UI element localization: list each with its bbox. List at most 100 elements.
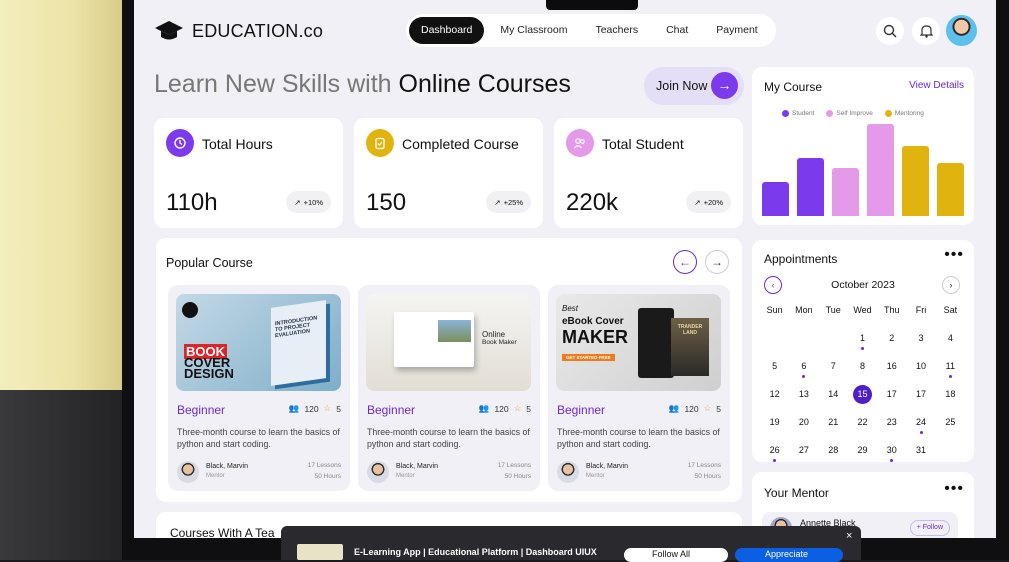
calendar-day[interactable]: 14 [819,385,848,413]
calendar-day[interactable]: 29 [848,441,877,469]
next-month-button[interactable]: › [942,276,960,294]
thumbnail-title: BOOK COVER DESIGN [184,344,234,381]
weekday-label: Thu [884,305,900,315]
trend-up-icon: ↗ [494,197,501,207]
thumb-word-3: MAKER [562,327,628,347]
calendar-day[interactable]: 24 [906,413,935,441]
calendar-day[interactable]: 17 [877,385,906,413]
course-card[interactable]: INTRODUCTION TO PROJECT EVALUATION BOOK C… [168,285,350,491]
notification-button[interactable] [912,17,940,45]
calendar-day[interactable]: 12 [760,385,789,413]
calendar-grid: Sun Mon Tue Wed Thu Fri Sat 1 2 3 4 5 6 7 8 16 10 11 12 13 1… [760,301,965,469]
search-button[interactable] [876,17,904,45]
calendar-day[interactable]: 4 [936,329,965,357]
calendar-day[interactable]: 16 [877,357,906,385]
star-icon: ☆ [513,403,522,413]
more-options-icon[interactable]: ••• [944,480,964,498]
brand-logo[interactable]: EDUCATION.co [154,18,323,44]
nav-my-classroom[interactable]: My Classroom [488,17,579,44]
weekday-label: Mon [795,305,813,315]
users-icon: 👥 [668,403,680,413]
calendar-day[interactable]: 7 [819,357,848,385]
view-details-link[interactable]: View Details [909,80,964,91]
next-arrow-button[interactable]: → [705,250,729,274]
chart-bar [832,167,859,216]
weekday-label: Sat [943,305,958,315]
course-rating: 5 [526,403,531,414]
week-row: 26 27 28 29 30 31 [760,441,965,469]
calendar-day[interactable]: 21 [819,413,848,441]
calendar-day[interactable]: 18 [936,385,965,413]
stat-card-total-student: Total Student 220k ↗ +20% [554,118,743,228]
nav-payment[interactable]: Payment [704,17,769,44]
stat-change-badge: ↗ +10% [286,191,331,213]
nav-teachers[interactable]: Teachers [583,17,650,44]
nav-chat[interactable]: Chat [654,17,700,44]
arrow-left-icon: ← [679,255,691,269]
users-icon [566,129,594,157]
stat-change-value: +25% [503,197,523,207]
calendar-day[interactable]: 11 [936,357,965,385]
book-title: INTRODUCTION TO PROJECT EVALUATION [275,315,318,340]
calendar-day[interactable]: 15 [848,385,877,413]
user-avatar[interactable] [946,15,977,46]
calendar-day[interactable]: 1 [848,329,877,357]
calendar-day[interactable]: 19 [760,413,789,441]
star-icon: ☆ [703,403,712,413]
course-meta: 👥 120 ☆ 5 [479,403,531,414]
calendar-day[interactable]: 10 [906,357,935,385]
calendar-day[interactable]: 23 [877,413,906,441]
calendar-day[interactable]: 26 [760,441,789,469]
project-thumbnail[interactable] [297,544,343,560]
popular-course-title: Popular Course [166,256,253,270]
stat-label: Total Student [602,136,684,152]
prev-arrow-button[interactable]: ← [673,250,697,274]
calendar-day[interactable]: 28 [819,441,848,469]
legend-swatch [782,110,789,117]
calendar-day[interactable]: 22 [848,413,877,441]
calendar-day[interactable]: 2 [877,329,906,357]
course-description: Three-month course to learn the basics o… [177,427,340,449]
stat-card-completed-course: Completed Course 150 ↗ +25% [354,118,543,228]
join-now-button[interactable]: Join Now → [644,67,744,105]
calendar-day[interactable]: 27 [789,441,818,469]
your-mentor-title: Your Mentor [764,486,829,500]
mentor-role: Mentor [586,473,605,479]
calendar-day[interactable]: 6 [789,357,818,385]
calendar-empty [760,329,789,357]
calendar-empty [819,329,848,357]
calendar-day[interactable]: 25 [936,413,965,441]
calendar-day[interactable]: 3 [906,329,935,357]
chart-bar [937,162,964,216]
page-headline: Learn New Skills with Online Courses [154,70,571,99]
course-card[interactable]: Online Book Maker Beginner 👥 120 ☆ 5 Three-… [358,285,540,491]
weekday-label: Fri [915,305,927,315]
thumb-cta: GET STARTED FREE [562,354,615,361]
course-rating: 5 [336,403,341,414]
calendar-day[interactable]: 8 [848,357,877,385]
calendar-day[interactable]: 17 [906,385,935,413]
stat-label: Completed Course [402,136,519,152]
bar-chart [762,119,964,216]
calendar-day[interactable]: 13 [789,385,818,413]
course-card[interactable]: Best eBook Cover MAKER GET STARTED FREE … [548,285,730,491]
calendar-day[interactable]: 30 [877,441,906,469]
nav-dashboard[interactable]: Dashboard [409,17,485,44]
course-thumbnail: INTRODUCTION TO PROJECT EVALUATION BOOK C… [176,294,341,391]
badge-icon [182,302,198,318]
calendar-day[interactable]: 31 [906,441,935,469]
thumb-word-1: Best [562,304,579,313]
thumb-word-3: DESIGN [184,366,234,381]
follow-button[interactable]: + Follow [909,520,950,536]
course-meta: 👥 120 ☆ 5 [669,403,721,414]
headline-prefix: Learn New Skills with [154,70,392,98]
close-icon[interactable]: × [846,530,852,542]
event-dot [890,459,894,462]
student-count: 120 [684,403,699,414]
calendar-empty [789,329,818,357]
stat-label: Total Hours [202,136,273,152]
calendar-day[interactable]: 5 [760,357,789,385]
more-options-icon[interactable]: ••• [944,246,964,264]
calendar-day[interactable]: 20 [789,413,818,441]
mentor-role: Mentor [396,473,415,479]
